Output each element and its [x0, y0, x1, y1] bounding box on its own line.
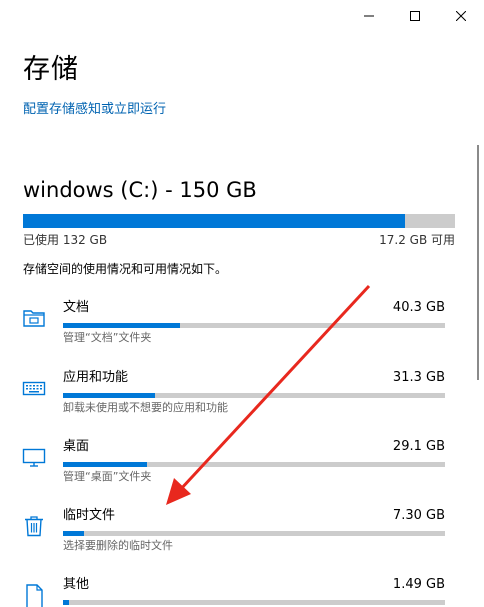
- category-name: 其他: [63, 577, 90, 592]
- usage-description: 存储空间的使用情况和可用情况如下。: [23, 262, 228, 276]
- category-usage-bar: [63, 393, 445, 398]
- category-usage-bar: [63, 600, 445, 605]
- minimize-button[interactable]: [346, 0, 392, 32]
- category-apps-features[interactable]: 应用和功能 31.3 GB 卸载未使用或不想要的应用和功能: [0, 369, 484, 429]
- category-usage-bar-fill: [63, 323, 180, 328]
- category-description: 卸载未使用或不想要的应用和功能: [63, 401, 228, 414]
- category-desktop[interactable]: 桌面 29.1 GB 管理“桌面”文件夹: [0, 438, 484, 498]
- storage-settings-window: 存储 配置存储感知或立即运行 windows (C:) - 150 GB 已使用…: [0, 0, 484, 607]
- scrollbar[interactable]: [477, 145, 479, 380]
- drive-usage-bar-fill: [23, 214, 406, 228]
- monitor-icon: [22, 445, 46, 469]
- category-size: 40.3 GB: [392, 300, 445, 315]
- category-usage-bar: [63, 531, 445, 536]
- category-description: 管理“桌面”文件夹: [63, 470, 152, 483]
- category-name: 应用和功能: [63, 370, 129, 385]
- category-other[interactable]: 其他 1.49 GB: [0, 576, 484, 607]
- folder-icon: [22, 306, 46, 330]
- category-size: 7.30 GB: [392, 508, 445, 523]
- drive-free-label: 17.2 GB 可用: [379, 233, 455, 247]
- maximize-icon: [410, 11, 420, 21]
- maximize-button[interactable]: [392, 0, 438, 32]
- minimize-icon: [364, 11, 374, 21]
- trash-icon: [22, 514, 46, 538]
- title-bar-controls: [346, 0, 484, 32]
- close-icon: [456, 11, 466, 21]
- category-documents[interactable]: 文档 40.3 GB 管理“文档”文件夹: [0, 299, 484, 359]
- storage-sense-link[interactable]: 配置存储感知或立即运行: [23, 101, 166, 119]
- category-size: 1.49 GB: [392, 577, 445, 592]
- close-button[interactable]: [438, 0, 484, 32]
- document-icon: [22, 583, 46, 607]
- drive-usage-bar: [23, 214, 455, 228]
- category-usage-bar: [63, 323, 445, 328]
- category-usage-bar-fill: [63, 462, 148, 467]
- category-usage-bar-fill: [63, 531, 84, 536]
- category-name: 临时文件: [63, 508, 116, 523]
- category-usage-bar: [63, 462, 445, 467]
- category-description: 管理“文档”文件夹: [63, 331, 152, 344]
- category-name: 文档: [63, 300, 90, 315]
- category-name: 桌面: [63, 439, 90, 454]
- category-usage-bar-fill: [63, 600, 69, 605]
- category-size: 31.3 GB: [392, 370, 445, 385]
- category-usage-bar-fill: [63, 393, 155, 398]
- page-title: 存储: [23, 54, 79, 85]
- drive-title: windows (C:) - 150 GB: [23, 178, 257, 202]
- keyboard-icon: [22, 376, 46, 400]
- category-temporary-files[interactable]: 临时文件 7.30 GB 选择要删除的临时文件: [0, 507, 484, 567]
- drive-used-label: 已使用 132 GB: [23, 233, 108, 247]
- category-description: 选择要删除的临时文件: [63, 539, 173, 552]
- category-size: 29.1 GB: [392, 439, 445, 454]
